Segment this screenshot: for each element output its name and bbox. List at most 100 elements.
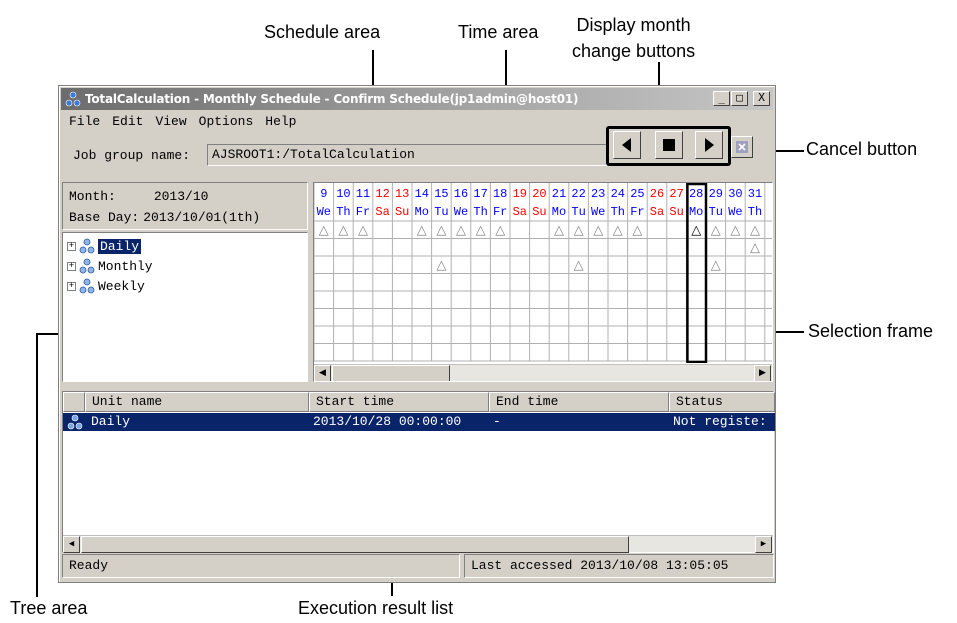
weekday-label: Sa [375,205,389,219]
tree-area: + Daily + Monthly + Weekly [62,232,308,382]
callout-selection-frame: Selection frame [808,321,934,341]
day-number: 13 [395,187,409,201]
column-unit-name[interactable]: Unit name [85,392,309,412]
close-button[interactable]: X [753,91,770,106]
schedule-mark: △ [750,240,760,255]
weekday-label: Fr [493,205,507,219]
job-group-field: AJSROOT1:/TotalCalculation [207,144,607,166]
schedule-mark: △ [495,223,505,238]
expand-icon[interactable]: + [67,241,76,251]
calendar-hscrollbar[interactable]: ◀ ▶ [314,364,772,381]
next-month-button[interactable] [695,131,723,159]
schedule-mark: △ [436,258,446,273]
weekday-label: Fr [356,205,370,219]
weekday-label: Th [473,205,487,219]
weekday-label: Th [611,205,625,219]
callout-execution-result-list: Execution result list [298,598,454,618]
day-number: 17 [473,187,487,201]
base-day-label: Base Day: [69,210,140,225]
jobnet-icon [67,414,83,430]
tree-item-label: Monthly [98,258,153,274]
day-number: 11 [356,187,370,201]
schedule-mark: △ [456,223,466,238]
weekday-label: Mo [552,205,566,219]
menu-help[interactable]: Help [259,113,302,133]
weekday-label: We [317,205,331,219]
callout-cancel-button: Cancel button [806,139,918,159]
list-scroll-right-arrow[interactable]: ▶ [755,536,772,553]
weekday-label: Tu [434,205,448,219]
row-status: Not registe: [673,414,767,429]
list-scroll-left-arrow[interactable]: ◀ [63,536,80,553]
column-status[interactable]: Status [669,392,775,412]
cancel-icon [736,141,748,153]
weekday-label: Tu [709,205,723,219]
weekday-label: Th [336,205,350,219]
scroll-left-arrow[interactable]: ◀ [314,365,331,381]
weekday-label: Su [395,205,409,219]
day-number: 23 [591,187,605,201]
jobnet-icon [79,278,95,294]
weekday-label: Fr [630,205,644,219]
jobnet-icon [65,91,81,107]
jobnet-icon [79,258,95,274]
schedule-mark: △ [711,258,721,273]
leader-tree-v [36,333,38,597]
current-month-button[interactable] [655,131,683,159]
column-icon[interactable] [63,392,85,412]
weekday-label: Th [748,205,762,219]
weekday-label: Tu [571,205,585,219]
weekday-label: Mo [689,205,703,219]
job-group-label: Job group name: [73,148,191,163]
row-unit-name: Daily [91,414,131,429]
expand-icon[interactable]: + [67,281,76,291]
list-scroll-thumb[interactable] [81,536,629,553]
cancel-button[interactable] [731,136,753,158]
menu-file[interactable]: File [63,113,106,133]
table-row[interactable]: Daily 2013/10/28 00:00:00 - Not registe: [63,413,775,431]
day-number: 24 [611,187,625,201]
column-start-time[interactable]: Start time [309,392,489,412]
maximize-button[interactable]: □ [731,91,748,106]
base-day-value: 2013/10/01(1th) [143,210,261,225]
day-number: 14 [415,187,429,201]
minimize-button[interactable]: _ [713,91,730,106]
callout-tree-area: Tree area [10,598,88,618]
month-value: 2013/10 [153,189,209,204]
schedule-mark: △ [711,223,721,238]
menu-view[interactable]: View [149,113,192,133]
column-end-time[interactable]: End time [489,392,669,412]
scroll-right-arrow[interactable]: ▶ [754,365,771,381]
right-triangle-icon [705,138,714,152]
day-number: 28 [689,187,703,201]
schedule-mark: △ [632,223,642,238]
status-ready: Ready [62,554,460,578]
day-number: 12 [375,187,389,201]
status-last-accessed: Last accessed 2013/10/08 13:05:05 [464,554,774,578]
tree-item-monthly[interactable]: + Monthly [67,257,153,275]
schedule-mark: △ [691,223,701,238]
schedule-calendar: 9 We 10 Th 11 Fr 12 Sa 13 Su 14 Mo 15 Tu 16 We 17 Th 18 Fr 1… [313,182,773,382]
day-number: 22 [571,187,585,201]
weekday-label: Sa [513,205,527,219]
schedule-mark: △ [319,223,329,238]
day-number: 30 [728,187,742,201]
previous-month-button[interactable] [613,131,641,159]
scroll-thumb[interactable] [332,365,450,381]
weekday-label: Sa [650,205,664,219]
day-number: 27 [669,187,683,201]
tree-item-weekly[interactable]: + Weekly [67,277,145,295]
day-number: 21 [552,187,566,201]
window-title: TotalCalculation - Monthly Schedule - Co… [85,92,579,106]
weekday-label: Su [532,205,546,219]
day-number: 15 [434,187,448,201]
row-end-time: - [493,414,501,429]
tree-item-daily[interactable]: + Daily [67,237,142,255]
expand-icon[interactable]: + [67,261,76,271]
menu-edit[interactable]: Edit [106,113,149,133]
execution-result-list: Unit name Start time End time Status Dai… [62,391,775,553]
list-hscrollbar[interactable]: ◀ ▶ [63,535,773,553]
menu-options[interactable]: Options [193,113,260,133]
weekday-label: Mo [415,205,429,219]
title-bar[interactable]: TotalCalculation - Monthly Schedule - Co… [61,88,773,110]
